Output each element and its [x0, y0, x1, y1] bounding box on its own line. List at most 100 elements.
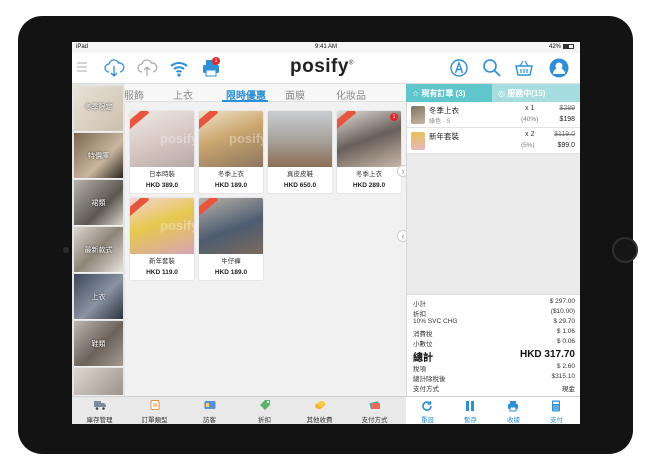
- tab-cosmetics[interactable]: 化妝品: [336, 87, 366, 102]
- order-type-button[interactable]: 訂單類型: [127, 397, 182, 424]
- order-item-price: $99.0: [557, 142, 575, 149]
- product-price: HKD 189.0: [214, 269, 248, 276]
- order-item-qty: x 1: [525, 105, 535, 112]
- sidebar-item-sale[interactable]: 特價庫: [74, 133, 123, 179]
- posify-logo: posify®: [290, 56, 354, 77]
- bottom-toolbar: 庫存管理 訂單類型 訪客 折扣 其他收費 支付方式: [72, 396, 406, 424]
- product-name: 日本時裝: [149, 171, 175, 178]
- receipt-button[interactable]: 收據: [492, 397, 535, 424]
- order-item-original-price: $119.0: [554, 131, 575, 138]
- search-icon[interactable]: [481, 57, 503, 79]
- order-item-price: $198: [559, 116, 575, 123]
- inventory-button[interactable]: 庫存管理: [72, 397, 127, 424]
- battery-percent: 42%: [548, 44, 561, 51]
- account-a-icon[interactable]: [448, 57, 470, 79]
- category-sidebar: 冬季限定 特價庫 裙類 最新款式 上衣 鞋類: [72, 84, 125, 396]
- product-price: HKD 119.0: [146, 269, 178, 276]
- tab-current-orders[interactable]: ☆ 現有訂單 (3): [406, 84, 492, 102]
- sidebar-item-tops[interactable]: 上衣: [74, 274, 123, 320]
- hold-button[interactable]: 暫存: [449, 397, 492, 424]
- product-card[interactable]: posify 新年套裝 HKD 119.0: [129, 197, 195, 281]
- tag-icon: [260, 400, 270, 410]
- rounding-row: 小數位 $ 0.06: [413, 338, 575, 348]
- product-card[interactable]: 1 冬季上衣 HKD 289.0: [336, 110, 402, 194]
- wifi-icon[interactable]: [168, 57, 190, 79]
- order-item-original-price: $289: [559, 105, 575, 112]
- order-line[interactable]: 新年套裝 x 2 (5%) $119.0 $99.0: [407, 128, 580, 154]
- tab-in-service[interactable]: ◎ 服務中(15): [492, 84, 580, 102]
- cash-icon: [369, 401, 380, 410]
- consumption-tax-row: 消費稅 $ 1.06: [413, 328, 575, 338]
- product-price: HKD 650.0: [283, 182, 317, 189]
- product-grid: posify 日本時裝 HKD 389.0 posify 冬季上衣 HKD 18…: [125, 102, 406, 396]
- product-image: [268, 111, 332, 167]
- app-header: 1 posify®: [72, 53, 580, 84]
- promo-badge: [130, 111, 150, 130]
- product-card[interactable]: posify 冬季上衣 HKD 189.0: [198, 110, 264, 194]
- tax-row: 稅項 $ 2.60: [413, 363, 575, 373]
- front-camera: [63, 247, 69, 253]
- sidebar-item-shoes[interactable]: 鞋類: [74, 321, 123, 367]
- product-card[interactable]: posify 日本時裝 HKD 389.0: [129, 110, 195, 194]
- order-tabs: ☆ 現有訂單 (3) ◎ 服務中(15): [406, 84, 580, 102]
- product-card[interactable]: 真皮皮鞋 HKD 650.0: [267, 110, 333, 194]
- product-card[interactable]: 牛仔褲 HKD 189.0: [198, 197, 264, 281]
- subtotal-row: 小計 $ 297.00: [413, 298, 575, 308]
- promo-badge: [337, 111, 357, 130]
- id-card-icon: [204, 401, 216, 409]
- status-bar: iPad 9:41 AM 42%: [72, 42, 580, 53]
- app-screen: iPad 9:41 AM 42% 1 posify® 服飾 上衣 限時優惠 面膜…: [72, 42, 580, 424]
- payment-method-row: 支付方式 現金: [413, 386, 575, 393]
- promo-badge: [199, 198, 219, 217]
- basket-icon[interactable]: [513, 57, 535, 79]
- product-image: [199, 198, 263, 254]
- sidebar-item-winter[interactable]: 冬季限定: [74, 86, 123, 132]
- menu-icon[interactable]: [76, 61, 88, 73]
- order-item-discount: (5%): [521, 142, 535, 149]
- home-button[interactable]: [612, 237, 638, 263]
- product-name: 真皮皮鞋: [287, 171, 313, 178]
- product-image: posify: [130, 111, 194, 167]
- order-item-name: 冬季上衣: [429, 106, 459, 115]
- sidebar-item-more[interactable]: [74, 368, 123, 396]
- product-image: 1: [337, 111, 401, 167]
- discount-row: 折扣 ($10.00): [413, 308, 575, 318]
- coins-icon: [315, 401, 326, 409]
- sidebar-item-skirts[interactable]: 裙類: [74, 180, 123, 226]
- order-item-thumbnail: [411, 132, 425, 150]
- reset-button[interactable]: 重設: [406, 397, 449, 424]
- battery-icon: [563, 44, 574, 49]
- product-price: HKD 389.0: [145, 182, 179, 189]
- product-price: HKD 189.0: [214, 182, 248, 189]
- promo-badge: [199, 111, 219, 130]
- tab-tops[interactable]: 上衣: [173, 87, 193, 102]
- discount-button[interactable]: 折扣: [237, 397, 292, 424]
- total-after-tax-row: 總計除稅後 $315.10: [413, 373, 575, 383]
- order-item-variant: 綠色 · S: [429, 119, 451, 125]
- checkout-toolbar: 重設 暫存 收據 支付: [406, 396, 580, 424]
- payment-method-button[interactable]: 支付方式: [347, 397, 402, 424]
- order-item-thumbnail: [411, 106, 425, 124]
- notification-dot: 1: [390, 113, 398, 121]
- product-name: 牛仔褲: [221, 258, 241, 265]
- tab-masks[interactable]: 面膜: [285, 87, 305, 102]
- product-image: posify: [130, 198, 194, 254]
- guest-button[interactable]: 訪客: [182, 397, 237, 424]
- order-panel: 冬季上衣 綠色 · S x 1 (40%) $289 $198 新年套裝 x 2…: [406, 102, 580, 396]
- pay-button[interactable]: 支付: [535, 397, 578, 424]
- order-item-name: 新年套裝: [429, 132, 459, 141]
- other-charges-button[interactable]: 其他收費: [292, 397, 347, 424]
- cloud-download-icon[interactable]: [103, 57, 125, 79]
- promo-badge: [130, 198, 150, 217]
- pause-icon: [466, 401, 474, 411]
- calculator-icon: [552, 400, 560, 412]
- user-avatar-icon[interactable]: [548, 57, 570, 79]
- order-item-discount: (40%): [521, 116, 539, 123]
- order-line[interactable]: 冬季上衣 綠色 · S x 1 (40%) $289 $198: [407, 102, 580, 128]
- check-circle-icon: ◎: [498, 89, 508, 98]
- cloud-upload-icon[interactable]: [136, 57, 158, 79]
- clipboard-icon: [150, 400, 160, 410]
- tab-clothing[interactable]: 服飾: [124, 87, 144, 102]
- sidebar-item-new[interactable]: 最新款式: [74, 227, 123, 273]
- battery-indicator: 42%: [549, 44, 574, 50]
